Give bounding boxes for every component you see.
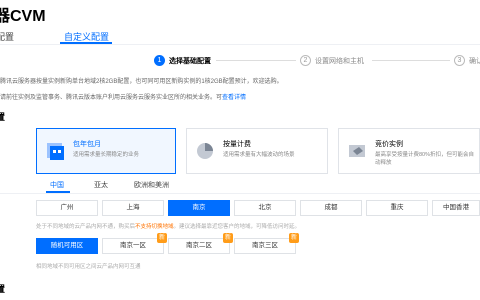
billing-option-pay-as-you-go[interactable]: 按量计费 适用需求量有大幅波动的场景: [186, 128, 328, 174]
notice-text: 请前往实例及监管事务、腾讯云版本账户利用云服务云服务实业区所的相关业务。可: [0, 95, 223, 101]
step-connector: [372, 60, 450, 61]
region-divider: [0, 193, 480, 194]
city-button-chongqing[interactable]: 重庆: [366, 200, 428, 216]
region-tab-china[interactable]: 中国: [50, 180, 64, 190]
price-tag-icon: [349, 145, 365, 157]
city-button-guangzhou[interactable]: 广州: [36, 200, 98, 216]
step-connector: [216, 60, 296, 61]
city-button-shanghai[interactable]: 上海: [102, 200, 164, 216]
view-details-link[interactable]: 查看详情: [222, 95, 246, 101]
city-hint: 处于不同地域的云产品内网不通，购买后不支持切换地域。建议选择最靠近您客户的地域，…: [36, 222, 300, 230]
page-title: 器CVM: [0, 8, 46, 25]
billing-option-title: 竞价实例: [375, 141, 403, 148]
city-hint-text: 。建议选择最靠近您客户的地域，可降低访问时延。: [173, 224, 301, 230]
city-button-hongkong[interactable]: 中国香港: [432, 200, 480, 216]
new-badge: 新: [289, 233, 299, 243]
zone-hint: 相同地域不同可用区之间云产品内网可互通: [36, 264, 141, 270]
new-badge: 新: [157, 233, 167, 243]
page: 器CVM 配置 自定义配置 1 选择基础配置 2 设置网络和主机 3 确认 腾讯…: [0, 0, 480, 300]
zone-label: 南京二区: [186, 242, 212, 249]
pie-chart-icon: [197, 143, 213, 159]
zone-button-nanjing-2[interactable]: 南京二区 新: [168, 233, 233, 254]
tab-quick-config[interactable]: 配置: [0, 30, 14, 43]
billing-option-title: 包年包月: [73, 141, 101, 148]
step-3-number: 3: [454, 55, 465, 66]
city-button-beijing[interactable]: 北京: [234, 200, 296, 216]
step-1-number: 1: [154, 55, 165, 66]
billing-option-desc: 适用需求量长期稳定的业务: [73, 152, 140, 158]
billing-section-label: 置: [0, 112, 6, 122]
zone-button-nanjing-1[interactable]: 南京一区 新: [102, 233, 167, 254]
city-button-nanjing[interactable]: 南京: [168, 200, 230, 216]
city-hint-text: 处于不同地域的云产品内网不通，购买后: [36, 224, 136, 230]
billing-option-monthly[interactable]: 包年包月 适用需求量长期稳定的业务: [36, 128, 176, 174]
zone-label: 南京一区: [120, 242, 146, 249]
notice-line-1: 腾讯云服务器按量实例新购单台地域2核2GB配置，也可同可用区新购实例的1核2GB…: [0, 79, 283, 85]
billing-option-desc: 适用需求量有大幅波动的场景: [223, 152, 295, 158]
billing-option-desc: 最高享受按量计费80%折扣，但可能会自动释放: [375, 152, 475, 166]
billing-option-spot[interactable]: 竞价实例 最高享受按量计费80%折扣，但可能会自动释放: [338, 128, 480, 174]
step-2-number: 2: [300, 55, 311, 66]
region-tab-asia-pacific[interactable]: 亚太: [94, 180, 108, 190]
city-hint-warning: 不支持切换地域: [135, 224, 174, 230]
region-tab-europe-america[interactable]: 欧洲和美洲: [134, 180, 169, 190]
next-section-label: 置: [0, 284, 6, 294]
step-2-label: 设置网络和主机: [315, 58, 364, 65]
zone-button-random[interactable]: 随机可用区: [36, 238, 98, 254]
step-3-label: 确认: [469, 58, 480, 65]
calendar-icon: [47, 143, 64, 160]
zone-label: 南京三区: [252, 242, 278, 249]
notice-line-2: 请前往实例及监管事务、腾讯云版本账户利用云服务云服务实业区所的相关业务。可查看详…: [0, 92, 246, 101]
new-badge: 新: [223, 233, 233, 243]
city-button-chengdu[interactable]: 成都: [300, 200, 362, 216]
zone-label: 随机可用区: [50, 242, 84, 249]
billing-option-title: 按量计费: [223, 141, 251, 148]
step-1-label: 选择基础配置: [169, 58, 211, 65]
zone-button-nanjing-3[interactable]: 南京三区 新: [234, 233, 299, 254]
